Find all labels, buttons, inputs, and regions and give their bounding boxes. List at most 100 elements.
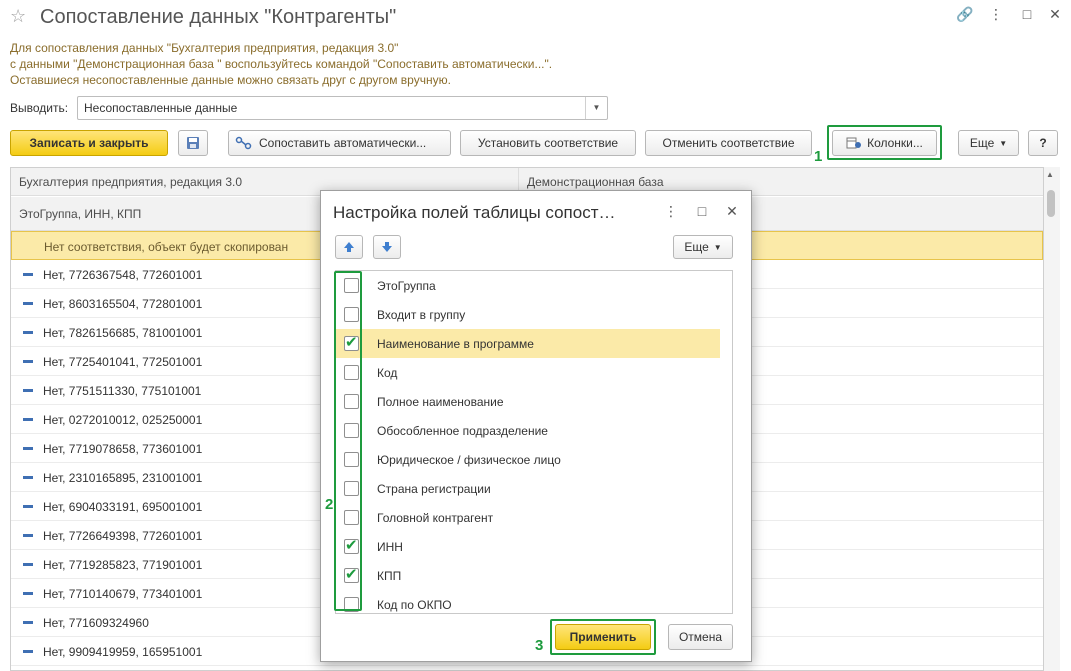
minus-icon: [23, 447, 33, 450]
auto-match-label: Сопоставить автоматически...: [259, 136, 427, 150]
minus-icon: [23, 650, 33, 653]
save-close-button[interactable]: Записать и закрыть: [10, 130, 168, 156]
field-list-item[interactable]: ✔ КПП: [336, 561, 720, 590]
chevron-down-icon: ▼: [999, 138, 1008, 148]
field-label: Обособленное подразделение: [377, 424, 548, 438]
field-label: Код: [377, 366, 398, 380]
close-icon[interactable]: ✕: [723, 203, 741, 220]
table-cell: Нет, 771609324960: [43, 616, 149, 630]
help-button[interactable]: ?: [1028, 130, 1058, 156]
field-list-item[interactable]: Юридическое / физическое лицо: [336, 445, 720, 474]
minus-icon: [23, 273, 33, 276]
field-list-item[interactable]: Страна регистрации: [336, 474, 720, 503]
maximize-icon[interactable]: □: [1017, 6, 1037, 22]
table-cell: Нет, 0272010012, 025250001: [43, 413, 203, 427]
checkbox-highlight: [334, 271, 362, 611]
dialog-title: Настройка полей таблицы сопост…: [333, 203, 616, 222]
table-cell: Нет соответствия, объект будет скопирова…: [44, 240, 289, 254]
table-cell: Нет, 7719078658, 773601001: [43, 442, 203, 456]
field-label: КПП: [377, 569, 402, 583]
dialog-more-button[interactable]: Еще ▼: [673, 235, 733, 259]
field-label: Наименование в программе: [377, 337, 534, 351]
table-cell: Нет, 7826156685, 781001001: [43, 326, 203, 340]
more-label: Еще: [969, 136, 995, 150]
field-label: Код по ОКПО: [377, 598, 452, 612]
filter-select[interactable]: Несопоставленные данные ▼: [77, 96, 608, 120]
field-list-item[interactable]: Код: [336, 358, 720, 387]
more-icon[interactable]: ⋮: [662, 203, 680, 220]
window-title: Сопоставление данных "Контрагенты": [40, 6, 397, 28]
dialog-more-label: Еще: [684, 240, 709, 254]
filter-label: Выводить:: [10, 101, 69, 115]
field-label: Головной контрагент: [377, 511, 494, 525]
apply-button[interactable]: Применить: [555, 624, 651, 650]
field-list-item[interactable]: Входит в группу: [336, 300, 720, 329]
field-list-item[interactable]: Код по ОКПО: [336, 590, 720, 613]
field-list-item[interactable]: Полное наименование: [336, 387, 720, 416]
minus-icon: [23, 418, 33, 421]
field-list-item[interactable]: ✔ Наименование в программе: [336, 329, 720, 358]
info-line-1: Для сопоставления данных "Бухгалтерия пр…: [10, 41, 399, 55]
minus-icon: [23, 621, 33, 624]
save-button[interactable]: [178, 130, 208, 156]
chevron-down-icon: ▼: [713, 242, 722, 252]
scroll-up-icon[interactable]: ▲: [1046, 170, 1054, 179]
move-up-button[interactable]: [335, 235, 363, 259]
chevron-down-icon[interactable]: ▼: [585, 97, 607, 119]
field-label: ИНН: [377, 540, 403, 554]
fields-list: ЭтоГруппа Входит в группу ✔ Наименование в …: [335, 270, 733, 614]
minus-icon: [23, 505, 33, 508]
columns-label: Колонки...: [867, 136, 923, 150]
table-cell: Нет, 9909419959, 165951001: [43, 645, 203, 659]
table-scrollbar[interactable]: [1044, 167, 1060, 671]
maximize-icon[interactable]: □: [693, 203, 711, 219]
set-match-button[interactable]: Установить соответствие: [460, 130, 636, 156]
table-cell: Нет, 7726649398, 772601001: [43, 529, 203, 543]
filter-select-value: Несопоставленные данные: [84, 101, 238, 115]
columns-settings-icon: [846, 137, 862, 149]
columns-button[interactable]: Колонки...: [832, 130, 937, 156]
minus-icon: [23, 360, 33, 363]
table-cell: Нет, 7726367548, 772601001: [43, 268, 203, 282]
minus-icon: [23, 534, 33, 537]
callout-1: 1: [814, 148, 823, 165]
table-cell: Нет, 7710140679, 773401001: [43, 587, 203, 601]
field-label: Полное наименование: [377, 395, 504, 409]
auto-match-button[interactable]: Сопоставить автоматически...: [228, 130, 451, 156]
more-icon[interactable]: ⋮: [986, 6, 1006, 23]
table-cell: Нет, 6904033191, 695001001: [43, 500, 203, 514]
minus-icon: [23, 563, 33, 566]
table-cell: Нет, 2310165895, 231001001: [43, 471, 203, 485]
arrow-up-icon: [344, 242, 354, 252]
cancel-button[interactable]: Отмена: [668, 624, 733, 650]
move-down-button[interactable]: [373, 235, 401, 259]
field-list-item[interactable]: Головной контрагент: [336, 503, 720, 532]
field-list-item[interactable]: Обособленное подразделение: [336, 416, 720, 445]
auto-match-icon: [235, 136, 252, 150]
callout-2: 2: [325, 496, 334, 513]
field-label: Входит в группу: [377, 308, 466, 322]
cancel-match-button[interactable]: Отменить соответствие: [645, 130, 812, 156]
minus-icon: [23, 389, 33, 392]
minus-icon: [23, 592, 33, 595]
field-label: Юридическое / физическое лицо: [377, 453, 561, 467]
field-list-item[interactable]: ✔ ИНН: [336, 532, 720, 561]
floppy-icon: [187, 137, 199, 149]
link-icon[interactable]: 🔗: [955, 6, 975, 23]
minus-icon: [23, 302, 33, 305]
table-scroll-thumb[interactable]: [1047, 190, 1055, 217]
table-cell: Нет, 7719285823, 771901001: [43, 558, 203, 572]
minus-icon: [23, 331, 33, 334]
field-label: ЭтоГруппа: [377, 279, 436, 293]
callout-3: 3: [535, 637, 544, 654]
info-line-3: Оставшиеся несопоставленные данные можно…: [10, 73, 451, 87]
field-label: Страна регистрации: [377, 482, 491, 496]
table-cell: Нет, 7751511330, 775101001: [43, 384, 202, 398]
field-list-item[interactable]: ЭтоГруппа: [336, 271, 720, 300]
minus-icon: [23, 476, 33, 479]
more-button[interactable]: Еще ▼: [958, 130, 1019, 156]
close-icon[interactable]: ✕: [1045, 6, 1065, 23]
arrow-down-icon: [382, 242, 392, 252]
column-settings-dialog: Настройка полей таблицы сопост… ⋮ □ ✕ Ещ…: [320, 190, 752, 662]
favorite-star-icon[interactable]: ☆: [10, 6, 26, 27]
